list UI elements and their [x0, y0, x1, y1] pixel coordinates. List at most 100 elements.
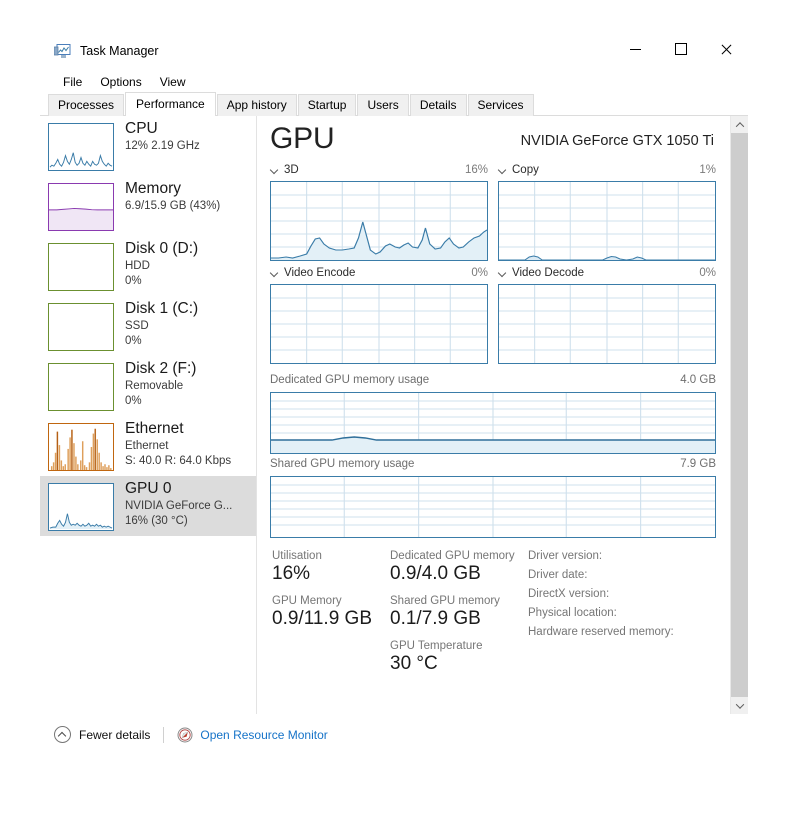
task-manager-window: Task Manager File Options View Processes…	[40, 34, 748, 766]
sidebar-item-gpu0-line2: 16% (30 °C)	[125, 515, 188, 528]
fewer-details-button[interactable]: Fewer details	[54, 726, 150, 743]
gpu-memory-label: GPU Memory	[272, 595, 342, 607]
footer-divider	[163, 726, 165, 743]
scroll-down-button[interactable]	[731, 697, 748, 714]
vertical-scrollbar[interactable]	[730, 116, 748, 714]
ethernet-thumbnail-graph	[48, 423, 114, 471]
engine-copy-header: Copy 1%	[498, 164, 716, 181]
menu-options[interactable]: Options	[91, 73, 150, 91]
engine-video-decode-header: Video Decode 0%	[498, 267, 716, 284]
menu-file[interactable]: File	[54, 73, 91, 91]
sidebar-item-disk1-line1: SSD	[125, 320, 149, 333]
gpu-detail-inner: GPU NVIDIA GeForce GTX 1050 Ti 3D 16% Co…	[258, 116, 728, 714]
engine-3d-value: 16%	[464, 164, 488, 176]
sidebar-item-gpu0[interactable]: GPU 0 NVIDIA GeForce G... 16% (30 °C)	[40, 476, 257, 536]
sidebar-item-ethernet[interactable]: Ethernet Ethernet S: 40.0 R: 64.0 Kbps	[40, 416, 257, 476]
sidebar-item-disk2-text: Disk 2 (F:) Removable 0%	[125, 360, 197, 407]
resource-monitor-icon	[177, 727, 193, 743]
cpu-thumbnail-graph	[48, 123, 114, 171]
chevron-up-circle-icon	[54, 726, 71, 743]
tab-users[interactable]: Users	[357, 94, 409, 116]
driver-version-label: Driver version:	[528, 550, 603, 562]
sidebar-item-memory-line1: 6.9/15.9 GB (43%)	[125, 200, 221, 213]
scroll-up-button[interactable]	[731, 116, 748, 133]
chevron-down-icon[interactable]	[270, 268, 279, 277]
sidebar-item-disk0-line2: 0%	[125, 275, 142, 288]
sidebar-item-disk1-title: Disk 1 (C:)	[125, 300, 199, 317]
minimize-icon	[630, 48, 641, 50]
sidebar-item-gpu0-line1: NVIDIA GeForce G...	[125, 500, 233, 513]
sidebar-item-disk0-line1: HDD	[125, 260, 150, 273]
directx-version-label: DirectX version:	[528, 588, 610, 600]
engine-video-decode-value: 0%	[699, 267, 716, 279]
scrollbar-thumb[interactable]	[731, 133, 748, 697]
tab-performance[interactable]: Performance	[125, 92, 216, 117]
shared-memory-max: 7.9 GB	[680, 458, 716, 470]
sidebar-item-disk0[interactable]: Disk 0 (D:) HDD 0%	[40, 236, 257, 296]
shared-gpu-memory-label: Shared GPU memory	[390, 595, 500, 607]
disk0-thumbnail-graph	[48, 243, 114, 291]
stats-column-3: Driver version: Driver date: DirectX ver…	[528, 550, 674, 645]
tab-startup[interactable]: Startup	[297, 94, 357, 116]
stats-column-2: Dedicated GPU memory 0.9/4.0 GB Shared G…	[390, 550, 515, 685]
footer-bar: Fewer details Open Resource Monitor	[40, 714, 748, 766]
sidebar-item-disk2-title: Disk 2 (F:)	[125, 360, 197, 377]
memory-thumbnail-graph	[48, 183, 114, 231]
page-title: GPU	[270, 122, 335, 155]
gpu-device-name: NVIDIA GeForce GTX 1050 Ti	[520, 133, 714, 149]
menu-view[interactable]: View	[151, 73, 195, 91]
dedicated-memory-header: Dedicated GPU memory usage 4.0 GB	[270, 374, 716, 392]
engine-copy-label: Copy	[512, 164, 539, 176]
sidebar-item-disk1[interactable]: Disk 1 (C:) SSD 0%	[40, 296, 257, 356]
shared-gpu-memory-graph	[270, 476, 716, 538]
sidebar-item-memory[interactable]: Memory 6.9/15.9 GB (43%)	[40, 176, 257, 236]
tab-services[interactable]: Services	[467, 94, 534, 116]
gpu-temperature-label: GPU Temperature	[390, 640, 483, 652]
hardware-reserved-memory-label: Hardware reserved memory:	[528, 626, 674, 638]
driver-date-label: Driver date:	[528, 569, 588, 581]
engine-video-decode: Video Decode 0%	[498, 267, 716, 370]
window-controls	[613, 34, 748, 64]
engine-video-encode-header: Video Encode 0%	[270, 267, 488, 284]
tab-details[interactable]: Details	[409, 94, 467, 116]
tab-app-history[interactable]: App history	[216, 94, 297, 116]
disk2-thumbnail-graph	[48, 363, 114, 411]
3d-engine-graph	[270, 181, 488, 261]
dedicated-gpu-memory-graph	[270, 392, 716, 454]
sidebar-item-ethernet-text: Ethernet Ethernet S: 40.0 R: 64.0 Kbps	[125, 420, 231, 467]
open-resource-monitor-link[interactable]: Open Resource Monitor	[177, 727, 328, 743]
utilisation-value: 16%	[272, 563, 311, 584]
menu-bar: File Options View	[40, 70, 748, 94]
sidebar-item-cpu-title: CPU	[125, 120, 158, 137]
tab-strip: Processes Performance App history Startu…	[40, 92, 748, 117]
title-bar: Task Manager	[40, 34, 748, 70]
dedicated-memory-max: 4.0 GB	[680, 374, 716, 386]
video-encode-graph	[270, 284, 488, 364]
chevron-down-icon[interactable]	[270, 165, 279, 174]
sidebar-item-cpu[interactable]: CPU 12% 2.19 GHz	[40, 116, 257, 176]
minimize-button[interactable]	[613, 34, 658, 64]
window-title: Task Manager	[80, 44, 159, 58]
sidebar-item-memory-text: Memory 6.9/15.9 GB (43%)	[125, 180, 221, 213]
close-icon	[720, 44, 731, 55]
gpu-memory-value: 0.9/11.9 GB	[272, 608, 372, 629]
chevron-down-icon[interactable]	[498, 165, 507, 174]
sidebar-item-disk0-text: Disk 0 (D:) HDD 0%	[125, 240, 198, 288]
sidebar-item-ethernet-line1: Ethernet	[125, 440, 169, 453]
maximize-icon	[674, 43, 687, 55]
sidebar-item-disk1-text: Disk 1 (C:) SSD 0%	[125, 300, 199, 348]
sidebar-item-gpu0-title: GPU 0	[125, 480, 172, 497]
dedicated-memory-label: Dedicated GPU memory usage	[270, 374, 430, 386]
gpu-stats: Utilisation 16% GPU Memory 0.9/11.9 GB D…	[270, 550, 716, 690]
sidebar-item-cpu-line1: 12% 2.19 GHz	[125, 140, 200, 153]
gpu0-thumbnail-graph	[48, 483, 114, 531]
sidebar-item-disk1-line2: 0%	[125, 335, 142, 348]
engine-3d: 3D 16%	[270, 164, 488, 267]
chevron-down-icon[interactable]	[498, 268, 507, 277]
maximize-button[interactable]	[658, 34, 703, 64]
gpu-detail-pane: GPU NVIDIA GeForce GTX 1050 Ti 3D 16% Co…	[258, 116, 728, 714]
engine-copy-value: 1%	[699, 164, 716, 176]
tab-processes[interactable]: Processes	[48, 94, 125, 116]
sidebar-item-disk2[interactable]: Disk 2 (F:) Removable 0%	[40, 356, 257, 416]
close-button[interactable]	[703, 34, 748, 64]
